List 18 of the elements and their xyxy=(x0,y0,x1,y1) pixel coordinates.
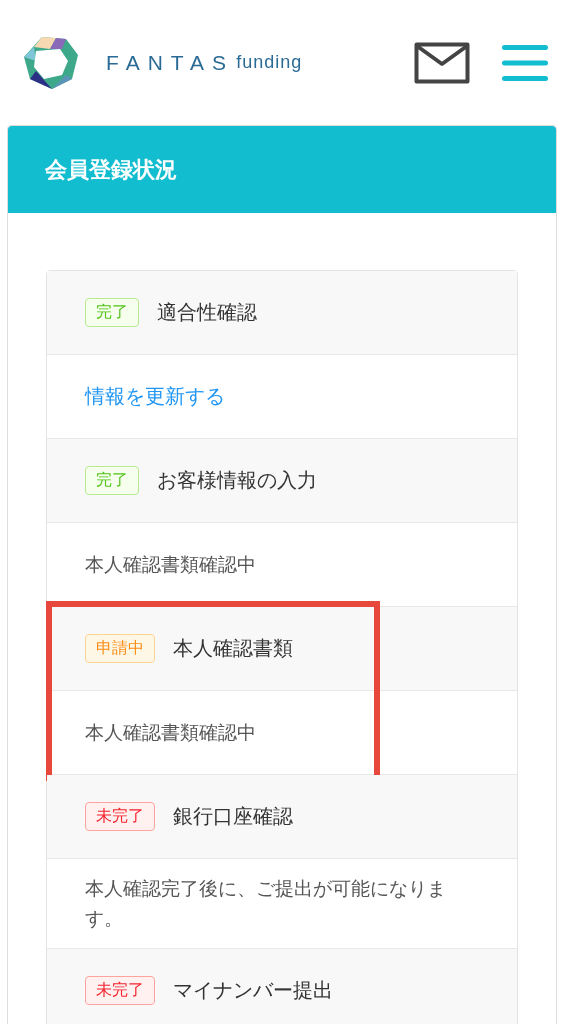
update-link[interactable]: 情報を更新する xyxy=(85,383,225,410)
status-badge: 申請中 xyxy=(85,634,155,663)
status-badge: 完了 xyxy=(85,466,139,495)
step-note: 本人確認完了後に、ご提出が可能になります。 xyxy=(85,876,447,932)
step-title: 適合性確認 xyxy=(157,299,257,326)
step-note: 本人確認書類確認中 xyxy=(85,552,256,578)
logo-subtitle: funding xyxy=(236,52,303,73)
mail-icon[interactable] xyxy=(414,41,470,84)
status-badge: 未完了 xyxy=(85,975,155,1005)
status-badge: 完了 xyxy=(85,298,139,327)
logo-wordmark: FANTAS xyxy=(106,50,235,75)
step-note: 本人確認書類確認中 xyxy=(85,720,256,746)
status-badge: 未完了 xyxy=(85,802,155,831)
step-title: 本人確認書類 xyxy=(173,635,293,662)
step-title: 銀行口座確認 xyxy=(173,803,293,830)
panel-title: 会員登録状況 xyxy=(45,155,177,184)
step-title: マイナンバー提出 xyxy=(173,976,333,1004)
step-title: お客様情報の入力 xyxy=(157,467,317,494)
